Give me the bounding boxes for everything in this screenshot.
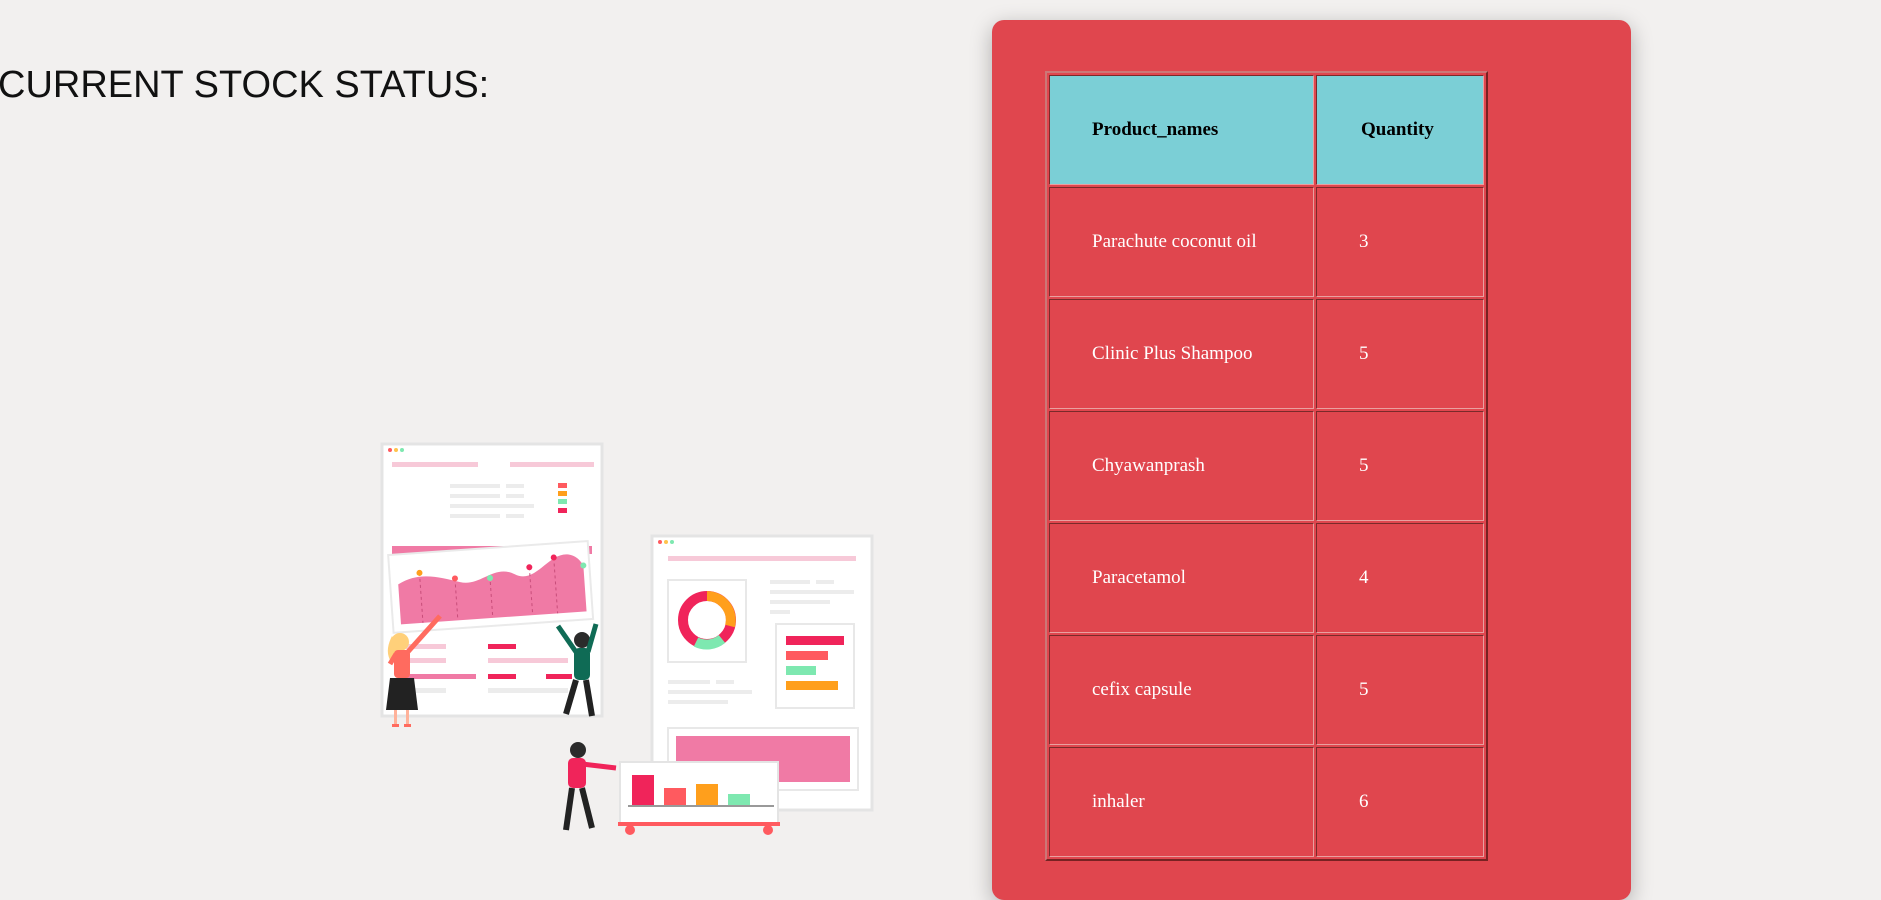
quantity-cell: 4 — [1316, 523, 1484, 633]
quantity-cell: 5 — [1316, 299, 1484, 409]
header-product-names: Product_names — [1049, 75, 1314, 185]
table-row: Parachute coconut oil 3 — [1049, 187, 1484, 297]
product-name-cell: Paracetamol — [1049, 523, 1314, 633]
table-header-row: Product_names Quantity — [1049, 75, 1484, 185]
product-name-cell: Chyawanprash — [1049, 411, 1314, 521]
table-row: Chyawanprash 5 — [1049, 411, 1484, 521]
product-name-cell: Clinic Plus Shampoo — [1049, 299, 1314, 409]
stock-table: Product_names Quantity Parachute coconut… — [1045, 71, 1488, 861]
table-row: Paracetamol 4 — [1049, 523, 1484, 633]
quantity-cell: 5 — [1316, 411, 1484, 521]
person-pushing — [563, 742, 617, 831]
stock-panel: Product_names Quantity Parachute coconut… — [992, 20, 1631, 900]
product-name-cell: Parachute coconut oil — [1049, 187, 1314, 297]
quantity-cell: 3 — [1316, 187, 1484, 297]
data-dashboard-illustration — [370, 438, 880, 838]
table-row: inhaler 6 — [1049, 747, 1484, 857]
table-row: Clinic Plus Shampoo 5 — [1049, 299, 1484, 409]
table-row: cefix capsule 5 — [1049, 635, 1484, 745]
quantity-cell: 5 — [1316, 635, 1484, 745]
header-quantity: Quantity — [1316, 75, 1484, 185]
bar-chart-cart — [618, 761, 780, 835]
quantity-cell: 6 — [1316, 747, 1484, 857]
product-name-cell: cefix capsule — [1049, 635, 1314, 745]
page-title: CURRENT STOCK STATUS: — [0, 64, 490, 106]
tilted-line-chart — [387, 540, 595, 634]
product-name-cell: inhaler — [1049, 747, 1314, 857]
